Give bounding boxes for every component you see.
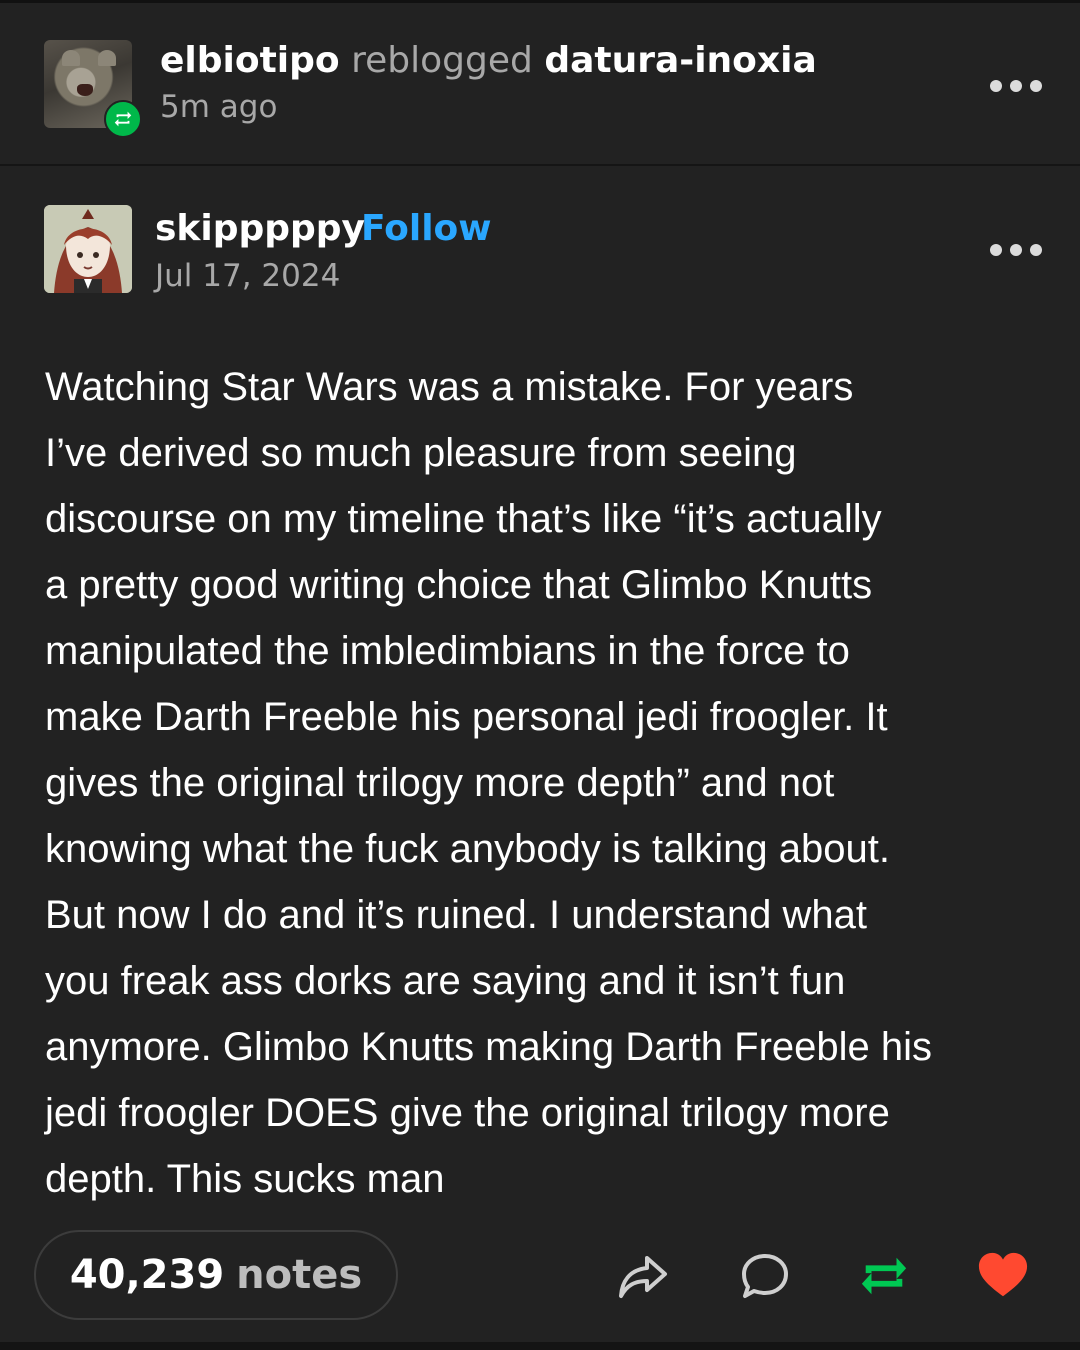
reblog-header: elbiotipo reblogged datura-inoxia 5m ago (0, 3, 1080, 165)
reblog-source-username[interactable]: datura-inoxia (544, 40, 816, 81)
post-text-line: gives the original trilogy more depth” a… (45, 761, 835, 805)
heart-icon (978, 1252, 1028, 1297)
reblog-badge-icon (104, 100, 142, 138)
post-more-options-button[interactable] (990, 240, 1042, 260)
more-dot (1010, 80, 1022, 92)
reblog-more-options-button[interactable] (990, 76, 1042, 96)
notes-count: 40,239 (69, 1252, 225, 1298)
header-divider (0, 164, 1080, 166)
post-text-line: depth. This sucks man (45, 1157, 445, 1201)
post-text-line: discourse on my timeline that’s like “it… (45, 497, 882, 541)
post-body: Watching Star Wars was a mistake. For ye… (45, 354, 1040, 1212)
author-avatar-image (44, 205, 132, 293)
reblog-timestamp: 5m ago (160, 89, 278, 125)
like-button[interactable] (977, 1250, 1029, 1302)
comment-icon (742, 1254, 788, 1298)
post-text-line: manipulated the imbledimbians in the for… (45, 629, 850, 673)
reblog-action-word: reblogged (351, 40, 533, 81)
more-dot (1030, 80, 1042, 92)
reblog-button[interactable] (858, 1250, 910, 1302)
avatar-ear-left (62, 50, 80, 66)
share-button[interactable] (617, 1250, 669, 1302)
more-dot (1030, 244, 1042, 256)
avatar-ear-right (98, 50, 116, 66)
author-avatar[interactable] (44, 205, 132, 293)
reblogger-username[interactable]: elbiotipo (160, 40, 340, 81)
reblog-icon (861, 1257, 907, 1295)
more-dot (990, 244, 1002, 256)
author-username[interactable]: skipppppy (155, 206, 365, 252)
reblog-arrows-icon (114, 111, 132, 127)
post-text-line: jedi froogler DOES give the original tri… (45, 1091, 890, 1135)
avatar-mouth (77, 84, 93, 96)
follow-button[interactable]: Follow (361, 206, 492, 252)
more-dot (1010, 244, 1022, 256)
reply-button[interactable] (739, 1250, 791, 1302)
bottom-edge (0, 1342, 1080, 1350)
notes-button[interactable]: 40,239 notes (34, 1230, 398, 1320)
post-text-line: Watching Star Wars was a mistake. For ye… (45, 365, 854, 409)
post-text-line: anymore. Glimbo Knutts making Darth Free… (45, 1025, 933, 1069)
share-icon (619, 1256, 667, 1298)
post-text-line: a pretty good writing choice that Glimbo… (45, 563, 873, 607)
post-text-line: knowing what the fuck anybody is talking… (45, 827, 890, 871)
post-text-line: you freak ass dorks are saying and it is… (45, 959, 846, 1003)
post-text-line: I’ve derived so much pleasure from seein… (45, 431, 797, 475)
post-text-line: But now I do and it’s ruined. I understa… (45, 893, 868, 937)
post-text-line: make Darth Freeble his personal jedi fro… (45, 695, 888, 739)
post-date: Jul 17, 2024 (155, 258, 341, 294)
reblog-line: elbiotipo reblogged datura-inoxia (160, 38, 817, 84)
more-dot (990, 80, 1002, 92)
notes-label: notes (236, 1252, 363, 1298)
